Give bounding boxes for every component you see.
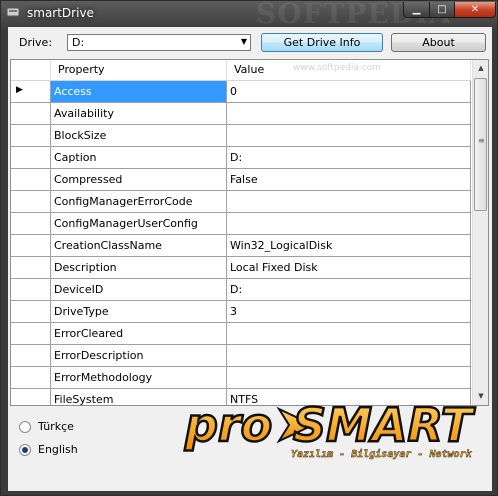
table-row[interactable]: DeviceID D: xyxy=(11,279,471,301)
property-cell[interactable]: ConfigManagerUserConfig xyxy=(51,213,227,234)
value-cell[interactable]: Local Fixed Disk xyxy=(227,257,471,278)
maximize-icon: □ xyxy=(437,4,447,15)
value-cell[interactable]: D: xyxy=(227,147,471,168)
table-row[interactable]: ConfigManagerUserConfig xyxy=(11,213,471,235)
row-header[interactable] xyxy=(11,191,51,212)
property-cell[interactable]: Compressed xyxy=(51,169,227,190)
property-cell[interactable]: Caption xyxy=(51,147,227,168)
current-row-icon: ▶ xyxy=(16,85,23,95)
value-cell[interactable] xyxy=(227,125,471,146)
property-cell[interactable]: DeviceID xyxy=(51,279,227,300)
row-header[interactable]: ▶ xyxy=(11,81,51,102)
value-cell[interactable] xyxy=(227,367,471,388)
row-header[interactable] xyxy=(11,323,51,344)
radio-turkce[interactable] xyxy=(19,421,31,433)
table-row[interactable]: Compressed False xyxy=(11,169,471,191)
row-header[interactable] xyxy=(11,125,51,146)
table-row[interactable]: Description Local Fixed Disk xyxy=(11,257,471,279)
value-cell[interactable] xyxy=(227,103,471,124)
row-header[interactable] xyxy=(11,301,51,322)
table-row[interactable]: ErrorDescription xyxy=(11,345,471,367)
drive-select[interactable]: D: ▼ xyxy=(67,34,251,51)
table-row[interactable]: ConfigManagerErrorCode xyxy=(11,191,471,213)
row-header[interactable] xyxy=(11,389,51,405)
app-window: smartDrive SOFTPEDIA ▁ □ ✕ Drive: D: ▼ G… xyxy=(0,0,498,496)
row-header[interactable] xyxy=(11,345,51,366)
row-header-corner xyxy=(11,60,51,80)
property-cell[interactable]: BlockSize xyxy=(51,125,227,146)
value-cell[interactable] xyxy=(227,191,471,212)
grid-rows: ▶ Access 0 Availability BlockSize Caption D: Co… xyxy=(11,81,471,405)
table-row[interactable]: Availability xyxy=(11,103,471,125)
grid-header: Property Value www.softpedia.com xyxy=(11,60,471,81)
table-row[interactable]: CreationClassName Win32_LogicalDisk xyxy=(11,235,471,257)
row-header[interactable] xyxy=(11,103,51,124)
value-cell[interactable]: 3 xyxy=(227,301,471,322)
table-row[interactable]: DriveType 3 xyxy=(11,301,471,323)
scroll-thumb[interactable]: ≡ xyxy=(474,78,487,211)
maximize-button[interactable]: □ xyxy=(429,2,455,18)
column-header-property[interactable]: Property xyxy=(51,60,227,80)
property-cell[interactable]: Description xyxy=(51,257,227,278)
drive-label: Drive: xyxy=(19,36,53,49)
value-cell[interactable]: Win32_LogicalDisk xyxy=(227,235,471,256)
radio-turkce-label[interactable]: Türkçe xyxy=(38,420,74,433)
table-row[interactable]: ▶ Access 0 xyxy=(11,81,471,103)
value-cell[interactable] xyxy=(227,213,471,234)
about-button[interactable]: About xyxy=(391,33,486,52)
property-cell[interactable]: Availability xyxy=(51,103,227,124)
row-header[interactable] xyxy=(11,213,51,234)
minimize-button[interactable]: ▁ xyxy=(403,2,430,18)
row-header[interactable] xyxy=(11,169,51,190)
app-icon xyxy=(6,7,20,17)
property-cell[interactable]: ErrorMethodology xyxy=(51,367,227,388)
table-row[interactable]: ErrorMethodology xyxy=(11,367,471,389)
property-cell[interactable]: DriveType xyxy=(51,301,227,322)
grid-softpedia-watermark: www.softpedia.com xyxy=(293,63,381,73)
value-cell[interactable]: 0 xyxy=(227,81,471,102)
drive-select-value: D: xyxy=(72,36,85,49)
minimize-icon: ▁ xyxy=(412,4,421,15)
close-icon: ✕ xyxy=(470,4,480,15)
chevron-down-icon[interactable]: ▼ xyxy=(241,37,247,46)
value-cell[interactable]: D: xyxy=(227,279,471,300)
property-cell[interactable]: ErrorDescription xyxy=(51,345,227,366)
table-row[interactable]: BlockSize xyxy=(11,125,471,147)
property-cell[interactable]: ErrorCleared xyxy=(51,323,227,344)
radio-english-label[interactable]: English xyxy=(38,443,78,456)
row-header[interactable] xyxy=(11,257,51,278)
window-title: smartDrive xyxy=(27,6,94,20)
row-header[interactable] xyxy=(11,147,51,168)
property-cell[interactable]: ConfigManagerErrorCode xyxy=(51,191,227,212)
get-drive-info-button[interactable]: Get Drive Info xyxy=(261,33,383,52)
table-row[interactable]: ErrorCleared xyxy=(11,323,471,345)
property-cell[interactable]: CreationClassName xyxy=(51,235,227,256)
table-row[interactable]: Caption D: xyxy=(11,147,471,169)
title-bar[interactable]: smartDrive SOFTPEDIA ▁ □ ✕ xyxy=(1,0,497,30)
logo-brand-pro: pro xyxy=(184,399,272,452)
close-button[interactable]: ✕ xyxy=(454,2,496,18)
property-cell[interactable]: Access xyxy=(51,81,227,102)
row-header[interactable] xyxy=(11,235,51,256)
logo-brand-smart: SMART xyxy=(293,399,476,452)
scroll-up-icon[interactable]: ▲ xyxy=(473,60,488,77)
value-cell[interactable] xyxy=(227,345,471,366)
prosmart-logo: pro SMART Yazılım - Bilgisayar - Network xyxy=(183,399,477,460)
row-header[interactable] xyxy=(11,367,51,388)
grip-icon: ≡ xyxy=(478,136,485,145)
row-header[interactable] xyxy=(11,279,51,300)
logo-tagline: Yazılım - Bilgisayar - Network xyxy=(291,448,473,460)
property-grid[interactable]: Property Value www.softpedia.com ▶ Access… xyxy=(10,59,489,406)
value-cell[interactable] xyxy=(227,323,471,344)
vertical-scrollbar[interactable]: ▲ ≡ ▼ xyxy=(472,60,488,405)
value-cell[interactable]: False xyxy=(227,169,471,190)
radio-english[interactable] xyxy=(19,444,31,456)
